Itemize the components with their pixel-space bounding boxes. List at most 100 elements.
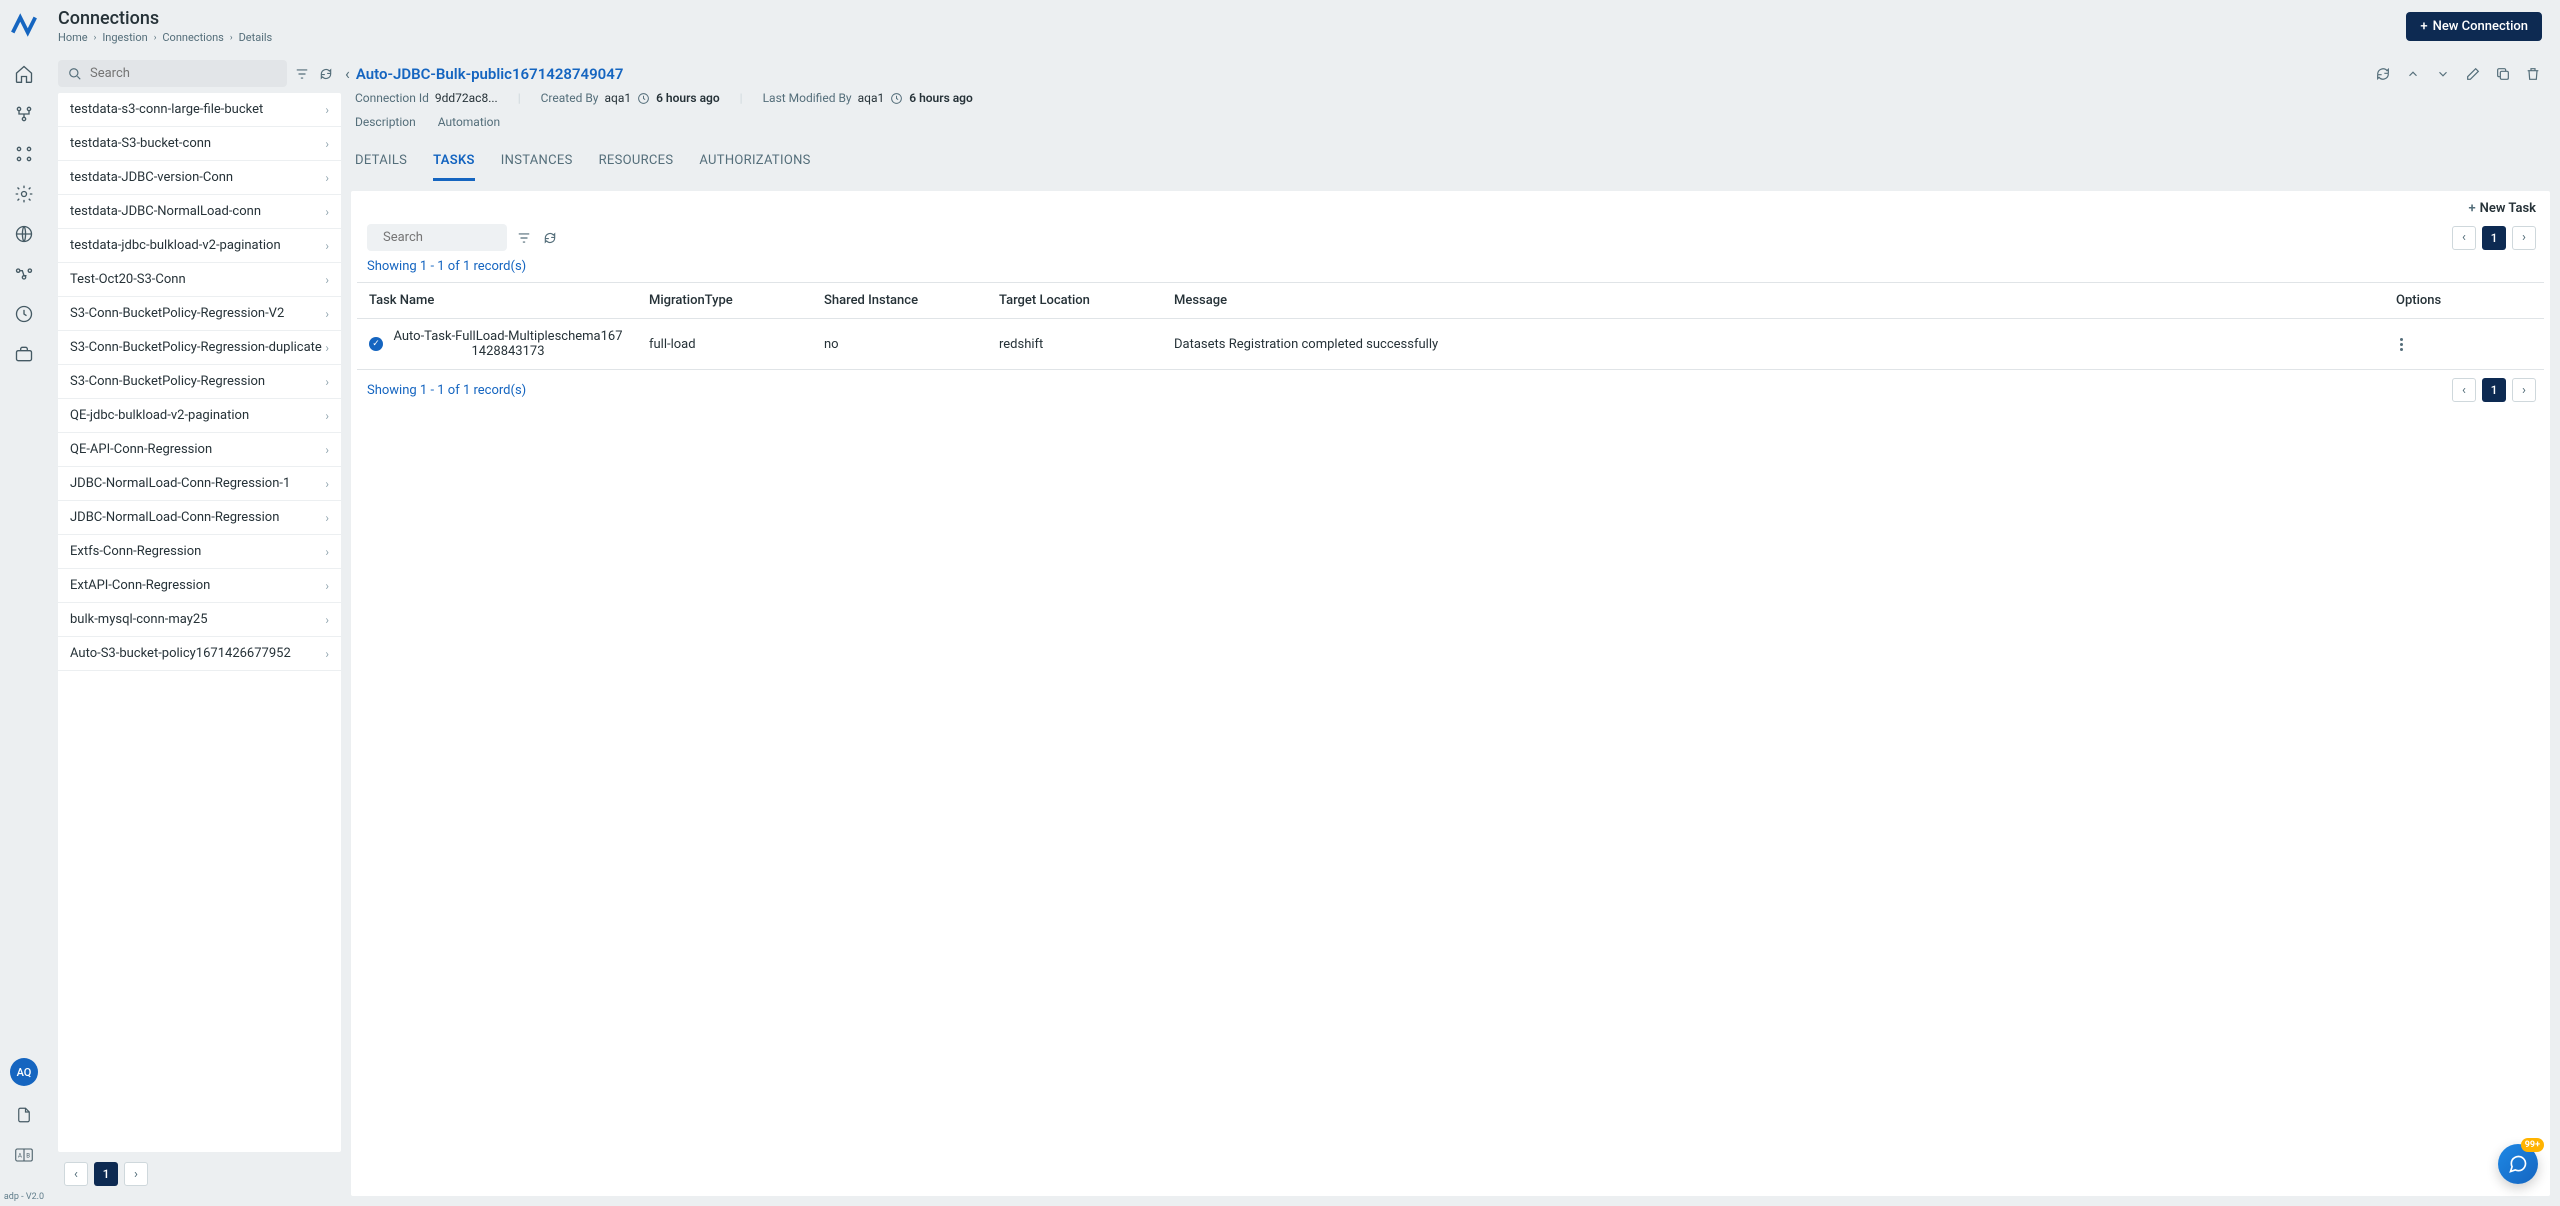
prev-page-button[interactable]: ‹ xyxy=(64,1162,88,1186)
chat-widget[interactable]: 99+ xyxy=(2498,1144,2538,1184)
connection-list-item[interactable]: testdata-JDBC-version-Conn › xyxy=(58,161,341,195)
showing-count-bottom: Showing 1 - 1 of 1 record(s) xyxy=(367,383,526,398)
page-title: Connections xyxy=(58,8,272,29)
created-by-label: Created By xyxy=(541,91,599,105)
connection-list-item[interactable]: S3-Conn-BucketPolicy-Regression› xyxy=(58,365,341,399)
chevron-right-icon: › xyxy=(325,409,329,423)
chat-icon xyxy=(2508,1154,2528,1174)
showing-count-top: Showing 1 - 1 of 1 record(s) xyxy=(357,257,2544,282)
prev-page-button[interactable]: ‹ xyxy=(2452,378,2476,402)
tab-authorizations[interactable]: AUTHORIZATIONS xyxy=(699,147,810,181)
breadcrumb-details: Details xyxy=(239,31,273,44)
connection-title[interactable]: Auto-JDBC-Bulk-public1671428749047 xyxy=(356,65,624,83)
connection-list-item[interactable]: bulk-mysql-conn-may25› xyxy=(58,603,341,637)
task-table: Task Name MigrationType Shared Instance … xyxy=(357,282,2544,370)
new-task-button[interactable]: + New Task xyxy=(2469,201,2536,216)
settings-icon[interactable] xyxy=(13,183,35,205)
delete-icon[interactable] xyxy=(2524,65,2542,83)
tab-details[interactable]: DETAILS xyxy=(355,147,407,181)
ab-icon[interactable]: AB xyxy=(13,1144,35,1166)
connection-list-item[interactable]: Auto-S3-bucket-policy1671426677952 › xyxy=(58,637,341,671)
breadcrumb-ingestion[interactable]: Ingestion xyxy=(102,31,147,44)
prev-page-button[interactable]: ‹ xyxy=(2452,226,2476,250)
connection-list-item[interactable]: testdata-JDBC-NormalLoad-conn› xyxy=(58,195,341,229)
connection-item-label: QE-API-Conn-Regression xyxy=(70,442,212,457)
chat-badge: 99+ xyxy=(2521,1138,2544,1152)
connection-list-item[interactable]: testdata-S3-bucket-conn› xyxy=(58,127,341,161)
next-page-button[interactable]: › xyxy=(2512,226,2536,250)
connection-list-item[interactable]: testdata-jdbc-bulkload-v2-pagination› xyxy=(58,229,341,263)
col-migration-type: MigrationType xyxy=(637,283,812,319)
filter-icon[interactable] xyxy=(293,65,311,83)
flow-icon[interactable] xyxy=(13,103,35,125)
connection-list-item[interactable]: Test-Oct20-S3-Conn› xyxy=(58,263,341,297)
connection-list-item[interactable]: QE-jdbc-bulkload-v2-pagination› xyxy=(58,399,341,433)
table-row[interactable]: ✓ Auto-Task-FullLoad-Multipleschema167142… xyxy=(357,319,2544,370)
breadcrumb: Home › Ingestion › Connections › Details xyxy=(58,31,272,44)
filter-icon[interactable] xyxy=(515,229,533,247)
nodes-icon[interactable] xyxy=(13,143,35,165)
next-page-button[interactable]: › xyxy=(124,1162,148,1186)
sidebar-search[interactable] xyxy=(58,60,287,87)
back-button[interactable]: ‹ xyxy=(345,64,350,83)
shared-instance: no xyxy=(812,319,987,370)
page-number[interactable]: 1 xyxy=(2482,378,2506,402)
connection-list-item[interactable]: testdata-s3-conn-large-file-bucket› xyxy=(58,93,341,127)
clock-icon[interactable] xyxy=(13,303,35,325)
refresh-icon[interactable] xyxy=(541,229,559,247)
chevron-right-icon: › xyxy=(325,545,329,559)
chevron-right-icon: › xyxy=(325,647,329,661)
pipeline-icon[interactable] xyxy=(13,263,35,285)
search-icon xyxy=(68,67,82,81)
task-search[interactable] xyxy=(367,224,507,251)
page-number[interactable]: 1 xyxy=(2482,226,2506,250)
home-icon[interactable] xyxy=(13,63,35,85)
modified-time: 6 hours ago xyxy=(909,91,973,105)
breadcrumb-home[interactable]: Home xyxy=(58,31,88,44)
refresh-icon[interactable] xyxy=(2374,65,2392,83)
app-logo[interactable] xyxy=(9,10,39,40)
svg-text:B: B xyxy=(26,1152,30,1159)
tab-tasks[interactable]: TASKS xyxy=(433,147,475,181)
connection-item-label: testdata-JDBC-version-Conn xyxy=(70,170,233,185)
task-name: Auto-Task-FullLoad-Multipleschema1671428… xyxy=(391,329,625,359)
tab-instances[interactable]: INSTANCES xyxy=(501,147,573,181)
connection-list-item[interactable]: ExtAPI-Conn-Regression› xyxy=(58,569,341,603)
status-success-icon: ✓ xyxy=(369,337,383,351)
chevron-right-icon: › xyxy=(154,33,157,43)
next-page-button[interactable]: › xyxy=(2512,378,2536,402)
connection-item-label: S3-Conn-BucketPolicy-Regression xyxy=(70,374,265,389)
chevron-right-icon: › xyxy=(325,477,329,491)
globe-icon[interactable] xyxy=(13,223,35,245)
connection-item-label: Auto-S3-bucket-policy1671426677952 xyxy=(70,646,291,661)
refresh-icon[interactable] xyxy=(317,65,335,83)
migration-type: full-load xyxy=(637,319,812,370)
connection-list-item[interactable]: Extfs-Conn-Regression› xyxy=(58,535,341,569)
chevron-down-icon[interactable] xyxy=(2434,65,2452,83)
connection-list-item[interactable]: JDBC-NormalLoad-Conn-Regression-1› xyxy=(58,467,341,501)
user-avatar[interactable]: AQ xyxy=(10,1058,38,1086)
connection-id-value: 9dd72ac8... xyxy=(435,91,498,105)
chat-bubble[interactable]: 99+ xyxy=(2498,1144,2538,1184)
chevron-right-icon: › xyxy=(230,33,233,43)
sidebar-search-input[interactable] xyxy=(90,66,277,81)
connection-list-item[interactable]: QE-API-Conn-Regression› xyxy=(58,433,341,467)
plus-icon: + xyxy=(2469,201,2476,216)
briefcase-icon[interactable] xyxy=(13,343,35,365)
edit-icon[interactable] xyxy=(2464,65,2482,83)
page-number[interactable]: 1 xyxy=(94,1162,118,1186)
chevron-right-icon: › xyxy=(325,171,329,185)
connection-list-item[interactable]: S3-Conn-BucketPolicy-Regression-duplicat… xyxy=(58,331,341,365)
connection-list-item[interactable]: S3-Conn-BucketPolicy-Regression-V2› xyxy=(58,297,341,331)
tab-resources[interactable]: RESOURCES xyxy=(599,147,674,181)
copy-icon[interactable] xyxy=(2494,65,2512,83)
new-connection-button[interactable]: + New Connection xyxy=(2406,12,2542,41)
chevron-right-icon: › xyxy=(325,579,329,593)
document-icon[interactable] xyxy=(13,1104,35,1126)
options-menu-button[interactable] xyxy=(2396,334,2532,355)
connection-list-item[interactable]: JDBC-NormalLoad-Conn-Regression› xyxy=(58,501,341,535)
breadcrumb-connections[interactable]: Connections xyxy=(162,31,223,44)
col-options: Options xyxy=(2384,283,2544,319)
chevron-up-icon[interactable] xyxy=(2404,65,2422,83)
connection-id-label: Connection Id xyxy=(355,91,429,105)
